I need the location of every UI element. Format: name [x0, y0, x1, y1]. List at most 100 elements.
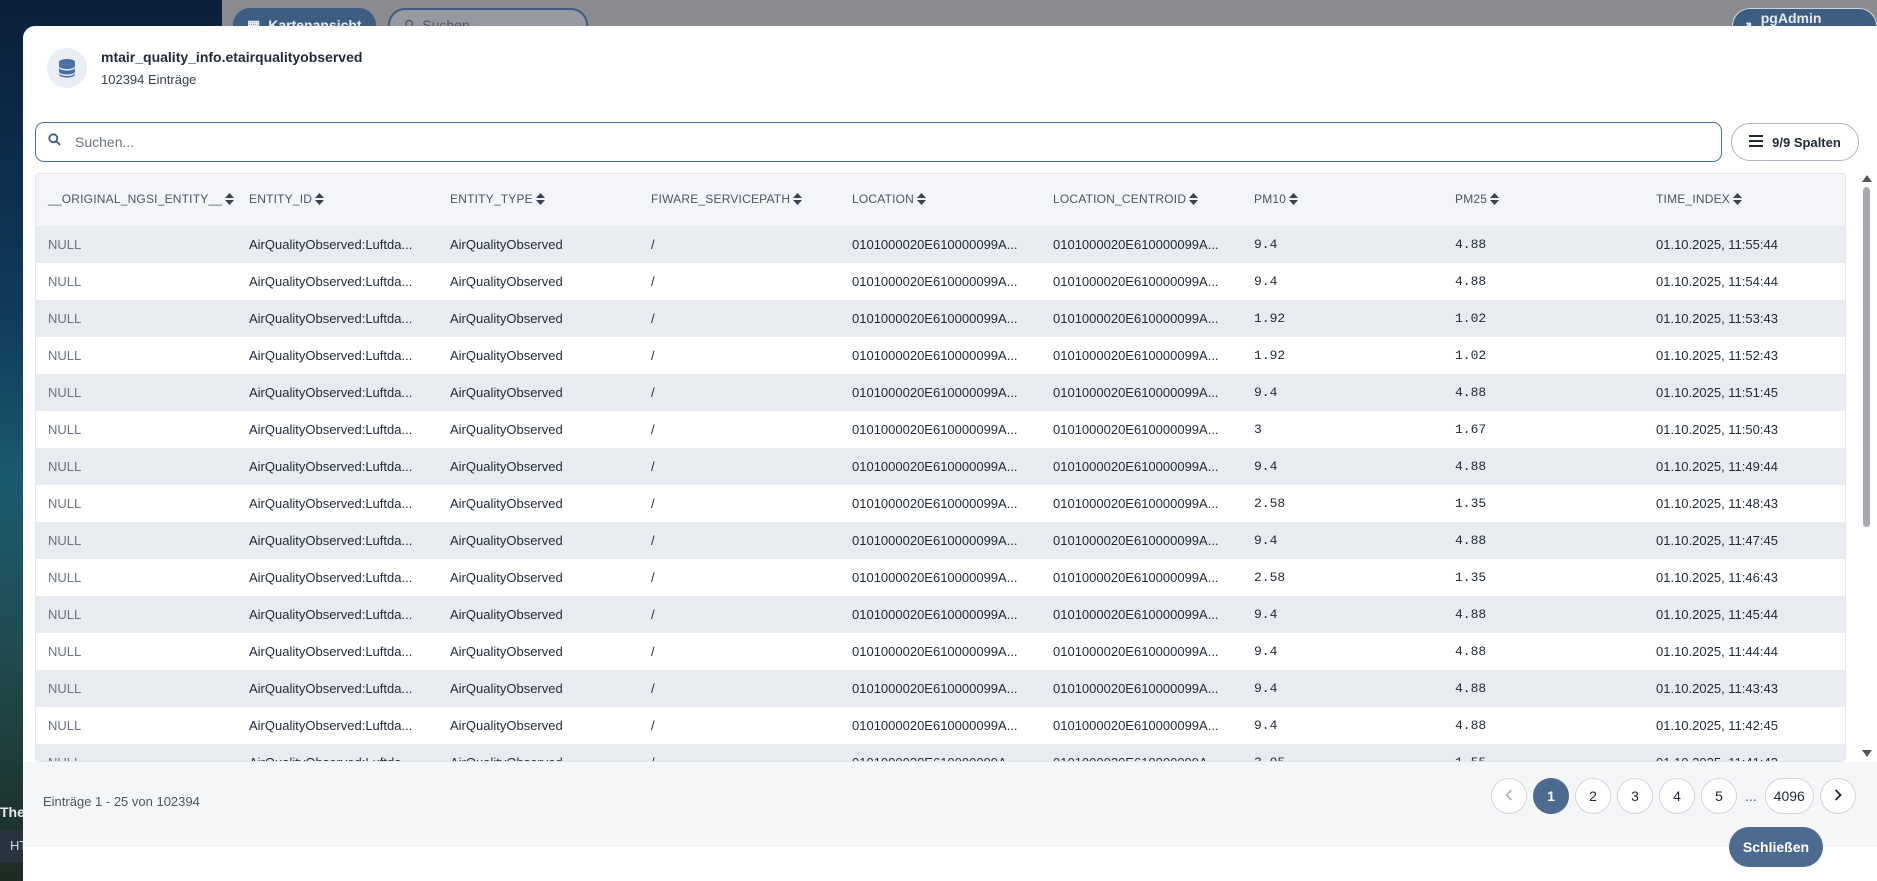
column-header-location[interactable]: LOCATION	[840, 174, 1041, 226]
next-page-button[interactable]	[1819, 778, 1856, 814]
table-cell: 0101000020E610000099A...	[840, 744, 1041, 761]
table-cell: 01.10.2025, 11:48:43	[1644, 485, 1845, 522]
table-row[interactable]: NULLAirQualityObserved:Luftda...AirQuali…	[36, 707, 1845, 744]
table-cell: 1.35	[1443, 485, 1644, 522]
sort-icon[interactable]	[315, 192, 325, 208]
table-cell: 0101000020E610000099A...	[840, 300, 1041, 337]
table-cell: 0101000020E610000099A...	[1041, 448, 1242, 485]
table-row[interactable]: NULLAirQualityObserved:Luftda...AirQuali…	[36, 596, 1845, 633]
column-header-pm25[interactable]: PM25	[1443, 174, 1644, 226]
table-row[interactable]: NULLAirQualityObserved:Luftda...AirQuali…	[36, 411, 1845, 448]
list-icon	[1749, 134, 1764, 150]
column-header-entity-type[interactable]: ENTITY_TYPE	[438, 174, 639, 226]
table-cell: 0101000020E610000099A...	[1041, 411, 1242, 448]
scroll-thumb[interactable]	[1863, 187, 1870, 527]
table-cell: 0101000020E610000099A...	[1041, 744, 1242, 761]
table-cell: 9.4	[1242, 226, 1443, 263]
table-cell: /	[639, 670, 840, 707]
search-input[interactable]	[75, 134, 1721, 150]
table-cell: AirQualityObserved	[438, 448, 639, 485]
sort-icon[interactable]	[1189, 192, 1199, 208]
table-row[interactable]: NULLAirQualityObserved:Luftda...AirQuali…	[36, 448, 1845, 485]
table-cell: 9.4	[1242, 633, 1443, 670]
table-row[interactable]: NULLAirQualityObserved:Luftda...AirQuali…	[36, 744, 1845, 761]
table-cell: AirQualityObserved	[438, 411, 639, 448]
table-cell: 01.10.2025, 11:45:44	[1644, 596, 1845, 633]
table-cell: NULL	[36, 263, 237, 300]
column-header-fiware-servicepath[interactable]: FIWARE_SERVICEPATH	[639, 174, 840, 226]
scroll-down-arrow-icon[interactable]	[1862, 750, 1872, 757]
table-cell: NULL	[36, 633, 237, 670]
pagination-summary: Einträge 1 - 25 von 102394	[43, 794, 200, 809]
table-row[interactable]: NULLAirQualityObserved:Luftda...AirQuali…	[36, 226, 1845, 263]
table-row[interactable]: NULLAirQualityObserved:Luftda...AirQuali…	[36, 263, 1845, 300]
column-header-entity-id[interactable]: ENTITY_ID	[237, 174, 438, 226]
page-button-3[interactable]: 3	[1617, 778, 1653, 814]
table-cell: 0101000020E610000099A...	[1041, 633, 1242, 670]
table-cell: 01.10.2025, 11:42:45	[1644, 707, 1845, 744]
column-header-pm10[interactable]: PM10	[1242, 174, 1443, 226]
sort-icon[interactable]	[793, 192, 803, 208]
table-cell: 9.4	[1242, 448, 1443, 485]
table-cell: AirQualityObserved:Luftda...	[237, 744, 438, 761]
sort-icon[interactable]	[535, 192, 545, 208]
sort-icon[interactable]	[1733, 192, 1743, 208]
column-header-time-index[interactable]: TIME_INDEX	[1644, 174, 1845, 226]
sort-icon[interactable]	[225, 192, 235, 208]
table-cell: 1.02	[1443, 337, 1644, 374]
sort-icon[interactable]	[1490, 192, 1500, 208]
table-cell: 9.4	[1242, 596, 1443, 633]
table-cell: 01.10.2025, 11:49:44	[1644, 448, 1845, 485]
table-scrollbar[interactable]	[1860, 173, 1874, 762]
table-cell: 0101000020E610000099A...	[1041, 707, 1242, 744]
table-row[interactable]: NULLAirQualityObserved:Luftda...AirQuali…	[36, 337, 1845, 374]
page-button-1[interactable]: 1	[1533, 778, 1569, 814]
table-row[interactable]: NULLAirQualityObserved:Luftda...AirQuali…	[36, 633, 1845, 670]
table-cell: /	[639, 226, 840, 263]
column-header-location-centroid[interactable]: LOCATION_CENTROID	[1041, 174, 1242, 226]
sort-icon[interactable]	[917, 192, 927, 208]
data-table: __ORIGINAL_NGSI_ENTITY__ ENTITY_ID ENTITY_…	[36, 174, 1845, 761]
table-header-row: __ORIGINAL_NGSI_ENTITY__ ENTITY_ID ENTITY_…	[36, 174, 1845, 226]
table-cell: 9.4	[1242, 522, 1443, 559]
table-cell: NULL	[36, 411, 237, 448]
prev-page-button[interactable]	[1491, 778, 1527, 814]
table-footer: Einträge 1 - 25 von 102394 12345 ... 409…	[23, 762, 1877, 847]
table-cell: AirQualityObserved:Luftda...	[237, 263, 438, 300]
table-row[interactable]: NULLAirQualityObserved:Luftda...AirQuali…	[36, 300, 1845, 337]
last-page-button[interactable]: 4096	[1764, 778, 1814, 814]
scroll-up-arrow-icon[interactable]	[1862, 175, 1872, 182]
table-cell: /	[639, 374, 840, 411]
table-row[interactable]: NULLAirQualityObserved:Luftda...AirQuali…	[36, 485, 1845, 522]
table-cell: NULL	[36, 485, 237, 522]
table-row[interactable]: NULLAirQualityObserved:Luftda...AirQuali…	[36, 670, 1845, 707]
table-row[interactable]: NULLAirQualityObserved:Luftda...AirQuali…	[36, 374, 1845, 411]
table-cell: AirQualityObserved:Luftda...	[237, 337, 438, 374]
table-row[interactable]: NULLAirQualityObserved:Luftda...AirQuali…	[36, 522, 1845, 559]
table-cell: NULL	[36, 744, 237, 761]
table-cell: 01.10.2025, 11:47:45	[1644, 522, 1845, 559]
table-cell: AirQualityObserved	[438, 707, 639, 744]
table-cell: 1.92	[1242, 300, 1443, 337]
table-cell: 9.4	[1242, 707, 1443, 744]
table-cell: AirQualityObserved	[438, 670, 639, 707]
column-header-original-ngsi-entity[interactable]: __ORIGINAL_NGSI_ENTITY__	[36, 174, 237, 226]
table-cell: 0101000020E610000099A...	[1041, 559, 1242, 596]
page-button-5[interactable]: 5	[1701, 778, 1737, 814]
sort-icon[interactable]	[1289, 192, 1299, 208]
table-cell: /	[639, 485, 840, 522]
table-cell: NULL	[36, 337, 237, 374]
table-cell: 1.55	[1443, 744, 1644, 761]
table-search[interactable]	[35, 122, 1722, 162]
page-button-2[interactable]: 2	[1575, 778, 1611, 814]
table-cell: 4.88	[1443, 596, 1644, 633]
page-button-4[interactable]: 4	[1659, 778, 1695, 814]
columns-toggle-button[interactable]: 9/9 Spalten	[1731, 123, 1859, 161]
table-cell: AirQualityObserved	[438, 337, 639, 374]
table-cell: /	[639, 596, 840, 633]
table-row[interactable]: NULLAirQualityObserved:Luftda...AirQuali…	[36, 559, 1845, 596]
close-button[interactable]: Schließen	[1729, 827, 1823, 867]
table-cell: 9.4	[1242, 670, 1443, 707]
table-cell: 0101000020E610000099A...	[1041, 374, 1242, 411]
table-cell: AirQualityObserved	[438, 374, 639, 411]
